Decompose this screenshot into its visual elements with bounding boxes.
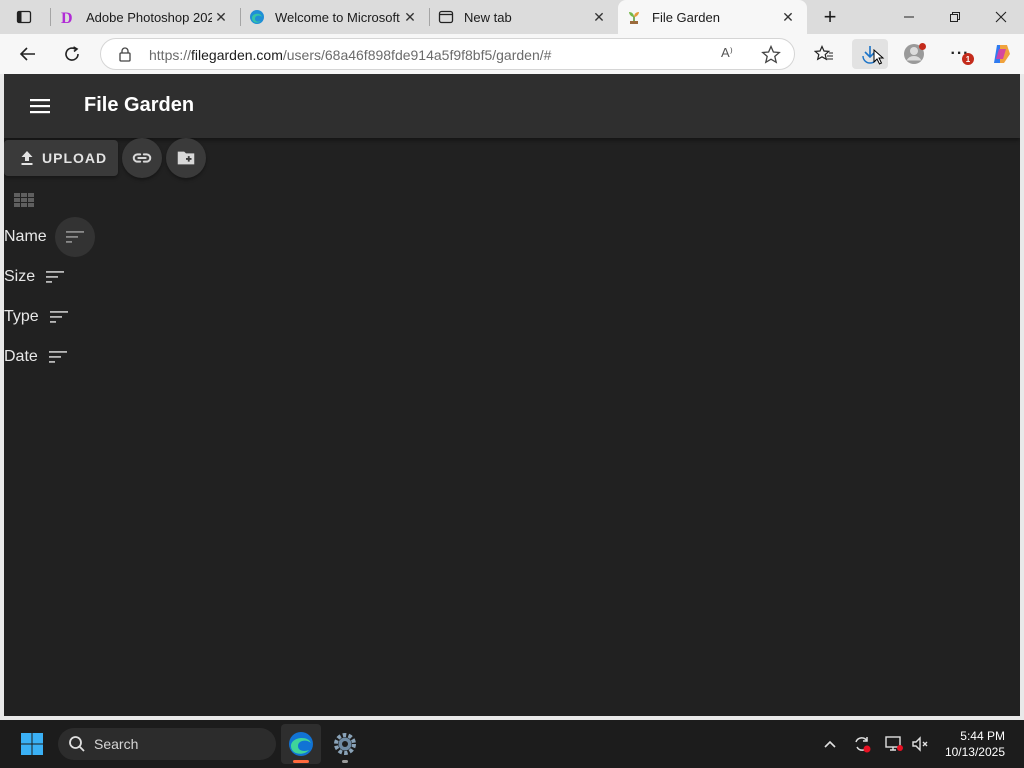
back-button[interactable] (12, 39, 44, 69)
tab-microsoft-edge-welcome[interactable]: Welcome to Microsoft E ✕ (241, 0, 429, 34)
url-text[interactable]: https://filegarden.com/users/68a46f898fd… (149, 47, 551, 63)
url-scheme: https:// (149, 47, 192, 63)
tab-title: New tab (464, 9, 512, 25)
profile-status-dot (919, 43, 926, 50)
read-aloud-icon[interactable]: A⁾ (721, 45, 741, 65)
new-folder-button[interactable] (166, 138, 206, 178)
taskbar-edge[interactable] (281, 724, 321, 764)
favorites-button[interactable] (808, 39, 840, 69)
windows-logo-icon (21, 733, 43, 755)
link-button[interactable] (122, 138, 162, 178)
display-icon[interactable] (884, 734, 904, 754)
mouse-cursor-icon (873, 49, 885, 65)
address-bar[interactable]: https://filegarden.com/users/68a46f898fd… (100, 38, 795, 70)
sort-name[interactable]: Name (4, 217, 95, 257)
sort-type[interactable]: Type (4, 297, 79, 337)
sort-label: Date (4, 348, 38, 365)
edge-icon (249, 9, 265, 25)
close-tab-icon[interactable]: ✕ (401, 8, 419, 26)
menu-button[interactable] (24, 90, 56, 122)
browser-toolbar: https://filegarden.com/users/68a46f898fd… (0, 34, 1024, 74)
taskbar-clock[interactable]: 5:44 PM 10/13/2025 (945, 728, 1005, 760)
app-header: File Garden (4, 74, 1020, 138)
grid-view-icon (14, 193, 34, 207)
sort-icon[interactable] (39, 297, 79, 337)
url-host: filegarden.com (191, 47, 283, 63)
refresh-button[interactable] (56, 39, 88, 69)
minimize-icon (904, 16, 914, 18)
edge-icon (289, 732, 313, 756)
create-folder-icon (177, 151, 195, 165)
clock-date: 10/13/2025 (944, 745, 1005, 759)
tab-title: Adobe Photoshop 2025 (86, 9, 212, 25)
active-app-indicator (293, 760, 309, 763)
profile-button[interactable] (898, 39, 930, 69)
minimize-button[interactable] (886, 0, 932, 34)
close-tab-icon[interactable]: ✕ (590, 8, 608, 26)
url-path: /users/68a46f898fde914a5f9f8bf5/garden/# (282, 47, 552, 63)
windows-taskbar: Search 5:44 PM 10/13/2025 (0, 720, 1024, 768)
browser-tab-strip: D Adobe Photoshop 2025 ✕ Welcome to Micr… (0, 0, 1024, 34)
tab-file-garden[interactable]: File Garden ✕ (618, 0, 807, 34)
sort-label: Name (4, 228, 47, 245)
tab-title: Welcome to Microsoft E (275, 9, 401, 25)
favorite-star-icon[interactable] (760, 44, 782, 66)
arrow-left-icon (19, 47, 35, 61)
tab-actions-button[interactable] (8, 4, 40, 30)
copilot-icon (994, 45, 1010, 63)
settings-gear-icon (334, 733, 356, 755)
link-icon (132, 153, 152, 163)
downloads-button[interactable] (852, 39, 888, 69)
open-app-indicator (342, 760, 348, 763)
restore-button[interactable] (932, 0, 978, 34)
taskbar-search[interactable]: Search (58, 728, 276, 760)
settings-more-button[interactable]: ··· 1 (944, 39, 976, 69)
sync-status-icon[interactable] (852, 734, 872, 754)
lock-icon[interactable] (117, 46, 133, 62)
file-garden-icon (626, 9, 642, 25)
restore-icon (950, 12, 960, 22)
sort-icon[interactable] (54, 217, 95, 257)
hamburger-menu-icon (30, 99, 50, 114)
favorites-list-icon (814, 45, 833, 61)
upload-button[interactable]: UPLOAD (4, 140, 118, 176)
taskbar-settings[interactable] (325, 724, 365, 764)
upload-label: UPLOAD (42, 150, 108, 166)
notification-badge: 1 (962, 53, 974, 65)
sort-label: Type (4, 308, 39, 325)
close-icon (995, 11, 1007, 23)
sort-label: Size (4, 268, 36, 285)
refresh-icon (65, 46, 79, 61)
search-icon (69, 736, 85, 752)
web-content: File Garden UPLOAD Name Size Type Date (4, 74, 1020, 716)
photoshop-d-icon: D (60, 9, 76, 25)
tab-separator (50, 8, 51, 26)
app-title: File Garden (84, 94, 195, 116)
start-button[interactable] (14, 729, 50, 759)
sort-date[interactable]: Date (4, 337, 78, 377)
upload-icon (21, 151, 33, 165)
new-tab-button[interactable]: + (816, 4, 844, 30)
tab-new-tab[interactable]: New tab ✕ (430, 0, 618, 34)
sort-size[interactable]: Size (4, 257, 75, 297)
close-tab-icon[interactable]: ✕ (779, 8, 797, 26)
grid-view-button[interactable] (12, 188, 36, 212)
volume-muted-icon[interactable] (910, 734, 930, 754)
tab-title: File Garden (652, 9, 720, 25)
search-label: Search (94, 736, 139, 752)
clock-time: 5:44 PM (960, 729, 1005, 743)
chevron-up-icon (824, 740, 836, 748)
show-hidden-icons-button[interactable] (820, 734, 840, 754)
tab-photoshop[interactable]: D Adobe Photoshop 2025 ✕ (52, 0, 240, 34)
newtab-icon (438, 9, 454, 25)
tab-actions-icon (16, 10, 32, 24)
svg-text:D: D (61, 10, 73, 25)
close-window-button[interactable] (978, 0, 1024, 34)
close-tab-icon[interactable]: ✕ (212, 8, 230, 26)
copilot-button[interactable] (986, 39, 1018, 69)
sort-icon[interactable] (35, 257, 75, 297)
sort-icon[interactable] (38, 337, 78, 377)
